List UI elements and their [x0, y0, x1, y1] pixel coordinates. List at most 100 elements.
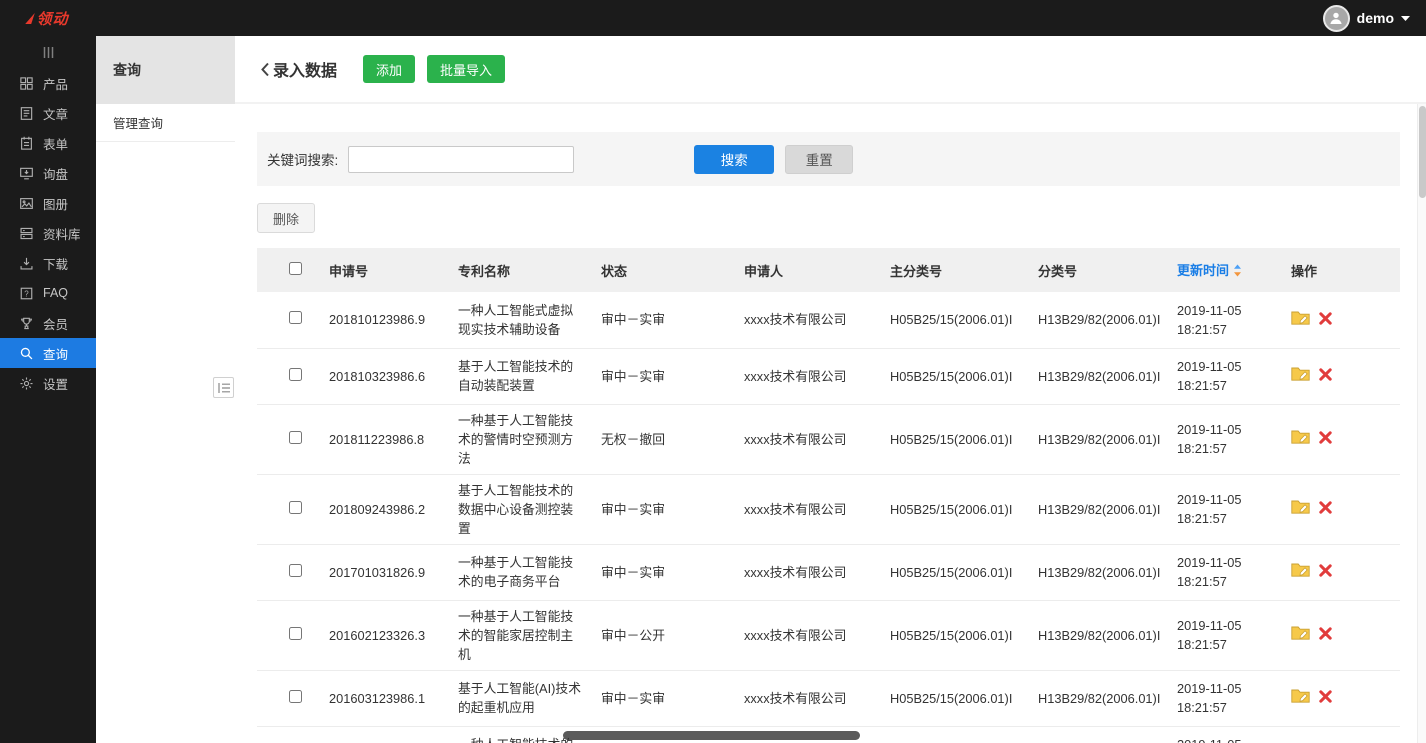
delete-icon[interactable] — [1319, 430, 1332, 449]
sidebar-item-7[interactable]: ?FAQ — [0, 278, 96, 308]
col-header-2: 专利名称 — [444, 248, 587, 292]
delete-icon[interactable] — [1319, 500, 1332, 519]
cell-applicant: xxxx技术有限公司 — [730, 670, 876, 726]
sidebar-handle-icon[interactable] — [0, 36, 96, 68]
cell-app-no: 201810123986.9 — [315, 292, 444, 348]
row-checkbox[interactable] — [289, 431, 302, 444]
row-checkbox[interactable] — [289, 311, 302, 324]
page-header: 录入数据 添加 批量导入 — [235, 36, 1426, 104]
cell-class-no: H13B29/82(2006.01)I — [1024, 600, 1163, 670]
gallery-icon — [19, 196, 34, 211]
cell-checkbox — [257, 600, 315, 670]
cell-patent-name: 一种人工智能式虚拟现实技术辅助设备 — [444, 292, 587, 348]
cell-app-no: 201811223986.8 — [315, 404, 444, 474]
keyword-input[interactable] — [348, 146, 574, 173]
search-button[interactable]: 搜索 — [694, 145, 774, 174]
table-row: 201810323986.6基于人工智能技术的自动装配装置审中－实审xxxx技术… — [257, 348, 1400, 404]
sidebar: 产品文章表单询盘图册资料库下载?FAQ 会员查询设置 — [0, 36, 96, 743]
edit-icon[interactable] — [1291, 429, 1310, 449]
sidebar-item-3[interactable]: 询盘 — [0, 158, 96, 188]
cell-main-class — [876, 726, 1024, 743]
logo[interactable]: 领动 — [0, 0, 96, 36]
cell-patent-name: 基于人工智能技术的数据中心设备测控装置 — [444, 474, 587, 544]
row-checkbox[interactable] — [289, 368, 302, 381]
col-header-5: 主分类号 — [876, 248, 1024, 292]
sidebar-item-6[interactable]: 下载 — [0, 248, 96, 278]
delete-icon[interactable] — [1319, 689, 1332, 708]
sidebar-item-8[interactable]: 会员 — [0, 308, 96, 338]
table-row: 201811223986.8一种基于人工智能技术的警情时空预测方法无权－撤回xx… — [257, 404, 1400, 474]
cell-patent-name: 基于人工智能(AI)技术的起重机应用 — [444, 670, 587, 726]
row-checkbox[interactable] — [289, 501, 302, 514]
cell-main-class: H05B25/15(2006.01)I — [876, 404, 1024, 474]
cell-actions — [1277, 474, 1400, 544]
cell-class-no: H13B29/82(2006.01)I — [1024, 670, 1163, 726]
sidebar-item-9[interactable]: 查询 — [0, 338, 96, 368]
cell-app-no — [315, 726, 444, 743]
cell-main-class: H05B25/15(2006.01)I — [876, 292, 1024, 348]
col-header-8: 操作 — [1277, 248, 1400, 292]
horizontal-scrollbar-thumb[interactable] — [563, 731, 860, 740]
delete-icon[interactable] — [1319, 311, 1332, 330]
collapse-sidebar-button[interactable] — [213, 377, 234, 398]
sidebar-item-4[interactable]: 图册 — [0, 188, 96, 218]
sidebar-item-1[interactable]: 文章 — [0, 98, 96, 128]
add-button[interactable]: 添加 — [363, 55, 415, 83]
edit-icon[interactable] — [1291, 499, 1310, 519]
table-row: 201701031826.9一种基于人工智能技术的电子商务平台审中－实审xxxx… — [257, 544, 1400, 600]
sidebar-item-label: 询盘 — [43, 164, 68, 183]
search-icon — [19, 346, 34, 361]
cell-class-no: H13B29/82(2006.01)I — [1024, 404, 1163, 474]
subsidebar-menu: 管理查询 — [96, 104, 235, 142]
table-row: 201602123326.3一种基于人工智能技术的智能家居控制主机审中－公开xx… — [257, 600, 1400, 670]
sidebar-item-label: 会员 — [43, 314, 68, 333]
cell-patent-name: 基于人工智能技术的自动装配装置 — [444, 348, 587, 404]
select-all-checkbox[interactable] — [289, 262, 302, 275]
sidebar-item-2[interactable]: 表单 — [0, 128, 96, 158]
sidebar-item-10[interactable]: 设置 — [0, 368, 96, 398]
cell-updated: 2019-11-05 18:21:57 — [1163, 544, 1277, 600]
edit-icon[interactable] — [1291, 625, 1310, 645]
cell-applicant: xxxx技术有限公司 — [730, 544, 876, 600]
patents-table: 申请号专利名称状态申请人主分类号分类号更新时间操作 201810123986.9… — [257, 248, 1400, 743]
edit-icon[interactable] — [1291, 310, 1310, 330]
chevron-left-icon[interactable] — [260, 62, 270, 77]
col-header-1: 申请号 — [315, 248, 444, 292]
subsidebar-item-0[interactable]: 管理查询 — [96, 104, 235, 142]
row-checkbox[interactable] — [289, 690, 302, 703]
main-content: 录入数据 添加 批量导入 关键词搜索: 搜索 重置 删除 申请号专利名称状态申请… — [235, 36, 1426, 743]
vertical-scrollbar-thumb[interactable] — [1419, 106, 1426, 198]
forms-icon — [19, 136, 34, 151]
logo-text: 领动 — [36, 8, 68, 29]
delete-icon[interactable] — [1319, 367, 1332, 386]
cell-class-no: H13B29/82(2006.01)I — [1024, 474, 1163, 544]
cell-checkbox — [257, 544, 315, 600]
cell-class-no: H13B29/82(2006.01)I — [1024, 544, 1163, 600]
row-checkbox[interactable] — [289, 564, 302, 577]
batch-import-button[interactable]: 批量导入 — [427, 55, 505, 83]
edit-icon[interactable] — [1291, 688, 1310, 708]
collapse-menu-icon — [218, 383, 230, 393]
user-menu[interactable]: demo — [1323, 5, 1426, 32]
cell-actions — [1277, 404, 1400, 474]
col-header-7[interactable]: 更新时间 — [1163, 248, 1277, 292]
sidebar-item-label: 表单 — [43, 134, 68, 153]
delete-icon[interactable] — [1319, 626, 1332, 645]
sidebar-item-0[interactable]: 产品 — [0, 68, 96, 98]
delete-button[interactable]: 删除 — [257, 203, 315, 233]
cell-checkbox — [257, 474, 315, 544]
delete-icon[interactable] — [1319, 563, 1332, 582]
table-body: 201810123986.9一种人工智能式虚拟现实技术辅助设备审中－实审xxxx… — [257, 292, 1400, 743]
cell-main-class: H05B25/15(2006.01)I — [876, 474, 1024, 544]
cell-app-no: 201809243986.2 — [315, 474, 444, 544]
row-checkbox[interactable] — [289, 627, 302, 640]
sidebar-item-label: FAQ — [43, 286, 68, 300]
vertical-scrollbar[interactable] — [1417, 104, 1426, 743]
cell-status: 无权－撤回 — [587, 404, 730, 474]
edit-icon[interactable] — [1291, 562, 1310, 582]
sidebar-item-5[interactable]: 资料库 — [0, 218, 96, 248]
reset-button[interactable]: 重置 — [785, 145, 853, 174]
edit-icon[interactable] — [1291, 366, 1310, 386]
articles-icon — [19, 106, 34, 121]
cell-updated: 2019-11-05 18:21:57 — [1163, 404, 1277, 474]
